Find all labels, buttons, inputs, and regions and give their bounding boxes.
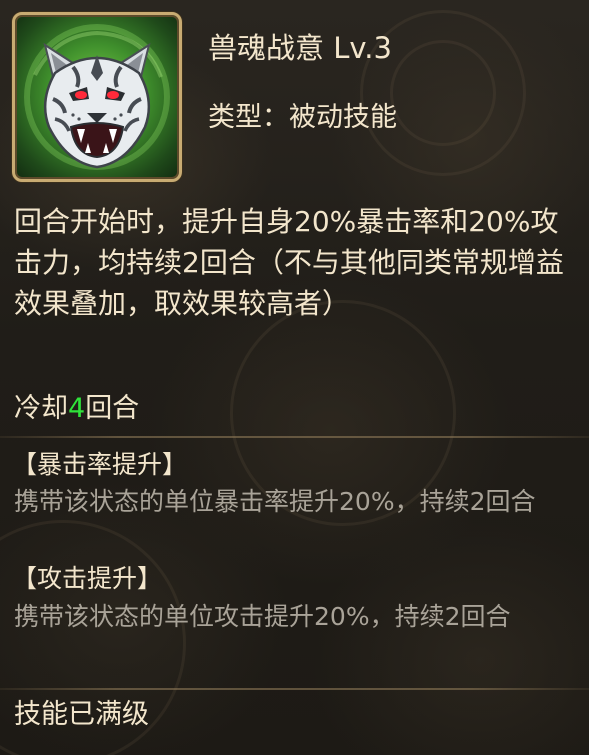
background-swirl (390, 40, 496, 146)
buff-description-attack: 携带该状态的单位攻击提升20%，持续2回合 (14, 602, 511, 631)
skill-icon-frame (12, 12, 182, 182)
buff-description-crit-rate: 携带该状态的单位暴击率提升20%，持续2回合 (14, 487, 536, 516)
white-tiger-head-icon (24, 24, 170, 170)
skill-title: 兽魂战意 Lv.3 (208, 31, 392, 65)
section-divider (0, 688, 589, 690)
skill-type: 类型：被动技能 (208, 102, 397, 133)
skill-tooltip-panel: 兽魂战意 Lv.3 类型：被动技能 回合开始时，提升自身20%暴击率和20%攻击… (0, 0, 589, 755)
buff-name-crit-rate: 【暴击率提升】 (12, 450, 188, 479)
skill-description: 回合开始时，提升自身20%暴击率和20%攻击力，均持续2回合（不与其他同类常规增… (14, 205, 564, 320)
cooldown-value: 4 (68, 393, 86, 424)
cooldown-unit: 回合 (85, 393, 140, 424)
buff-name-attack: 【攻击提升】 (12, 564, 163, 593)
skill-cooldown: 冷却4回合 (14, 391, 139, 427)
cooldown-label: 冷却 (14, 393, 68, 424)
section-divider (0, 436, 589, 438)
skill-maxed-status: 技能已满级 (14, 699, 149, 730)
